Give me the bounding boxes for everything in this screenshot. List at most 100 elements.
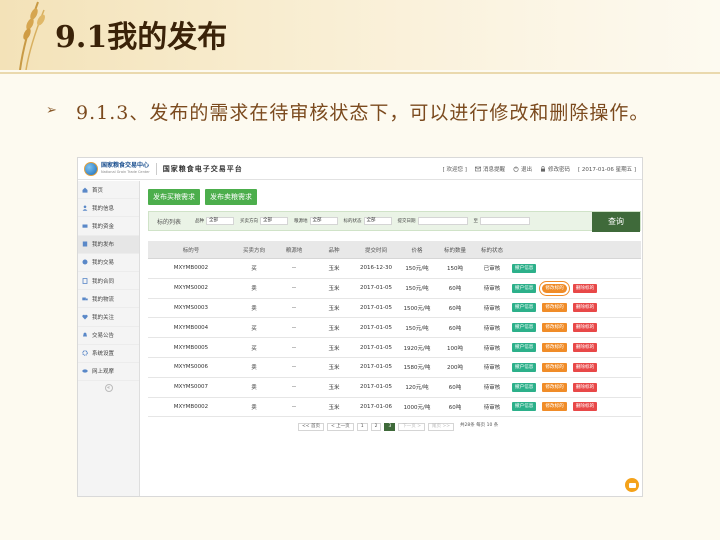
edit-listing-button[interactable]: 修改标的 <box>542 323 567 333</box>
cell-direction: 卖 <box>251 286 257 293</box>
last-page-button[interactable]: 尾页 >> <box>428 423 454 431</box>
sidebar-item-my-logistics[interactable]: 我的物流 <box>78 290 139 309</box>
sidebar-item-my-contract[interactable]: 我的合同 <box>78 272 139 291</box>
edit-listing-button[interactable]: 修改标的 <box>542 382 567 392</box>
cell-variety: 玉米 <box>328 345 340 352</box>
delete-listing-button[interactable]: 删除标的 <box>572 283 598 293</box>
platform-name: 国家粮食电子交易平台 <box>162 164 243 173</box>
logout-link[interactable]: 退出 <box>513 165 532 173</box>
edit-listing-button[interactable]: 修改标的 <box>542 303 567 313</box>
account-info-button[interactable]: 撤户信息 <box>512 402 537 412</box>
sidebar-item-online-view[interactable]: 网上观摩 <box>78 363 139 382</box>
status-select[interactable]: 全部 <box>363 217 392 225</box>
cell-direction: 买 <box>251 345 257 352</box>
gear-icon <box>82 350 88 357</box>
search-button[interactable]: 查询 <box>592 212 640 232</box>
edit-listing-button[interactable]: 修改标的 <box>542 362 567 372</box>
sidebar-item-home[interactable]: 首页 <box>78 181 139 200</box>
table-row: MXYMS0006 卖 -- 玉米 2017-01-05 1580元/吨 200吨 待审核 撤户… <box>148 358 641 378</box>
publish-buy-button[interactable]: 发布买粮需求 <box>148 189 200 205</box>
delete-listing-button[interactable]: 删除标的 <box>572 323 598 333</box>
cell-time: 2017-01-05 <box>360 384 392 391</box>
cell-price: 1920元/吨 <box>403 345 431 352</box>
account-info-button[interactable]: 撤户信息 <box>512 323 537 333</box>
table-row: MXYMS0003 卖 -- 玉米 2017-01-05 1500元/吨 60吨 待审核 撤户信… <box>148 299 641 319</box>
sidebar-item-my-info[interactable]: 我的信息 <box>78 199 139 218</box>
page-1-button[interactable]: 1 <box>356 423 368 431</box>
page-2-button[interactable]: 2 <box>370 423 382 431</box>
account-info-button[interactable]: 撤户信息 <box>512 343 537 353</box>
change-password-link[interactable]: 修改密码 <box>540 165 570 173</box>
edit-listing-button[interactable]: 修改标的 <box>542 402 567 412</box>
logo-text: 国家粮食交易中心 National Grain Trade Center <box>101 162 150 176</box>
cell-time: 2017-01-05 <box>360 285 392 292</box>
publish-sell-button[interactable]: 发布卖粮需求 <box>205 189 257 205</box>
account-info-button[interactable]: 撤户信息 <box>512 303 537 313</box>
cell-actions: 撤户信息 <box>510 263 641 273</box>
sidebar-item-label: 我的信息 <box>92 205 115 212</box>
account-info-button[interactable]: 撤户信息 <box>512 283 537 293</box>
origin-select[interactable]: 全部 <box>309 217 338 225</box>
cell-listing-id: MXYMB0002 <box>173 265 209 272</box>
sidebar-item-label: 我的关注 <box>92 314 115 321</box>
table-row: MXYMB0004 买 -- 玉米 2017-01-05 150元/吨 60吨 待审核 撤户信息… <box>148 318 641 339</box>
sidebar-item-my-follow[interactable]: 我的关注 <box>78 308 139 327</box>
prev-page-button[interactable]: < 上一页 <box>326 423 354 431</box>
logo-en: National Grain Trade Center <box>101 169 150 174</box>
delete-listing-button[interactable]: 删除标的 <box>572 402 598 412</box>
cell-variety: 玉米 <box>328 365 340 372</box>
cell-price: 120元/吨 <box>405 385 429 392</box>
cell-quantity: 100吨 <box>447 345 463 352</box>
cell-origin: -- <box>292 265 296 272</box>
direction-label: 买卖方向 <box>240 219 259 224</box>
page-3-button[interactable]: 3 <box>384 423 396 431</box>
direction-select[interactable]: 全部 <box>260 217 289 225</box>
sidebar-item-announcements[interactable]: 交易公告 <box>78 327 139 345</box>
chat-button[interactable] <box>625 478 639 492</box>
sidebar-item-my-funds[interactable]: 我的资金 <box>78 217 139 236</box>
account-info-button[interactable]: 撤户信息 <box>512 362 537 372</box>
money-icon <box>82 224 88 228</box>
cell-quantity: 60吨 <box>448 404 462 411</box>
bullet-arrow-icon: ➢ <box>46 103 57 118</box>
cell-origin: -- <box>292 344 296 351</box>
date-from-input[interactable] <box>417 217 468 225</box>
cell-variety: 玉米 <box>328 305 340 312</box>
first-page-button[interactable]: << 首页 <box>298 423 324 431</box>
sidebar-item-my-trade[interactable]: 我的交易 <box>78 254 139 272</box>
slide-divider <box>0 72 720 74</box>
origin-label: 粮源地 <box>294 219 308 224</box>
table-row: MXYMB0005 买 -- 玉米 2017-01-05 1920元/吨 100吨 待审核 撤户… <box>148 338 641 358</box>
header-separator <box>155 162 157 175</box>
messages-link[interactable]: 消息提醒 <box>474 165 505 173</box>
table-header: 标的号 买卖方向 粮源地 品种 提交时间 价格 标的数量 标的状态 <box>148 241 641 259</box>
account-info-button[interactable]: 撤户信息 <box>512 263 537 273</box>
delete-listing-button[interactable]: 删除标的 <box>572 362 598 372</box>
variety-select[interactable]: 全部 <box>206 217 235 225</box>
cell-quantity: 60吨 <box>448 305 462 312</box>
cell-actions: 撤户信息 修改标的 删除标的 <box>510 402 641 412</box>
sidebar-item-label: 交易公告 <box>92 333 115 340</box>
date-to-input[interactable] <box>480 217 531 225</box>
next-page-button[interactable]: 下一页 > <box>398 423 426 431</box>
cell-actions: 撤户信息 修改标的 删除标的 <box>510 323 641 333</box>
edit-listing-button[interactable]: 修改标的 <box>542 343 567 353</box>
delete-listing-button[interactable]: 删除标的 <box>572 382 598 392</box>
account-info-button[interactable]: 撤户信息 <box>512 382 537 392</box>
sidebar-collapse-button[interactable]: « <box>104 384 113 393</box>
lock-icon <box>540 165 545 172</box>
delete-listing-button[interactable]: 删除标的 <box>572 303 598 313</box>
logo-cn: 国家粮食交易中心 <box>101 161 150 169</box>
delete-listing-button[interactable]: 删除标的 <box>572 343 598 353</box>
sidebar-item-settings[interactable]: 系统设置 <box>78 345 139 363</box>
sidebar-item-my-publish[interactable]: 我的发布 <box>78 235 139 254</box>
cell-origin: -- <box>292 384 296 391</box>
cell-variety: 玉米 <box>328 385 340 392</box>
cell-listing-id: MXYMS0006 <box>173 364 209 371</box>
edit-listing-button[interactable]: 修改标的 <box>539 280 570 296</box>
app-header: 国家粮食交易中心 National Grain Trade Center 国家粮… <box>78 158 642 180</box>
cell-direction: 买 <box>251 266 257 273</box>
cell-status: 待审核 <box>483 404 501 411</box>
date-to-label: 至 <box>473 219 479 224</box>
cell-actions: 撤户信息 修改标的 删除标的 <box>510 343 641 353</box>
